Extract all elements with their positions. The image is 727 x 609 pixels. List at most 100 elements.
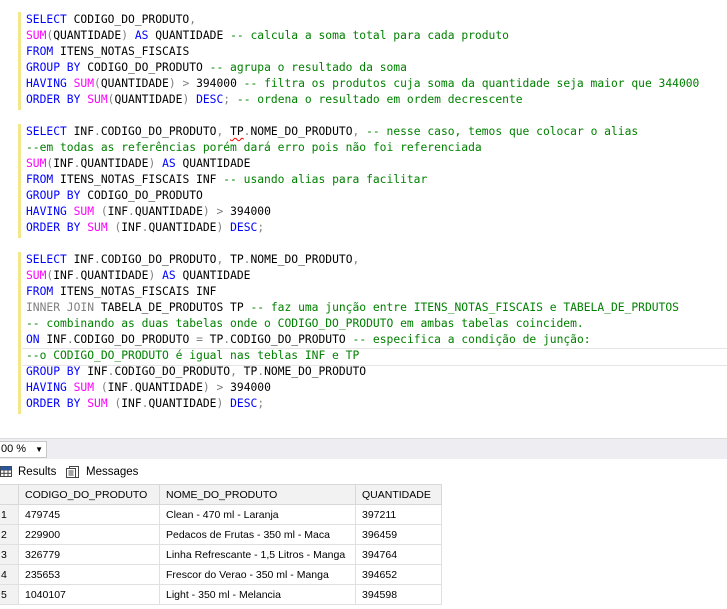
table-cell[interactable]: 394598 [355, 584, 442, 605]
table-row[interactable]: 5 1040107 Light - 350 ml - Melancia 3945… [0, 584, 442, 605]
code-line[interactable]: GROUP BY CODIGO_DO_PRODUTO [26, 188, 203, 204]
table-cell[interactable]: 229900 [18, 524, 160, 545]
code-token: ) [216, 221, 231, 234]
code-token: , [230, 365, 244, 378]
table-cell[interactable]: Clean - 470 ml - Laranja [159, 504, 356, 525]
row-number[interactable]: 2 [0, 524, 19, 545]
code-token: ) [182, 93, 197, 106]
table-cell[interactable]: 326779 [18, 544, 160, 565]
grid-icon [0, 466, 12, 477]
code-line[interactable]: FROM ITENS_NOTAS_FISCAIS [26, 44, 189, 60]
code-token: , [216, 253, 231, 266]
table-cell[interactable]: Linha Refrescante - 1,5 Litros - Manga [159, 544, 356, 565]
code-line[interactable]: -- combinando as duas tabelas onde o COD… [26, 316, 584, 332]
code-token: 394000 [196, 77, 244, 90]
code-token: QUANTIDADE [134, 381, 203, 394]
code-line[interactable]: FROM ITENS_NOTAS_FISCAIS INF [26, 284, 216, 300]
code-comment: -- especifica a condição de junção: [352, 333, 591, 346]
code-token: TP [230, 125, 244, 138]
code-token: SUM [73, 381, 101, 394]
editor-status-strip: 00 % ▼ [0, 438, 727, 459]
code-line[interactable]: SELECT INF.CODIGO_DO_PRODUTO, TP.NOME_DO… [26, 252, 359, 268]
code-token: ORDER BY [26, 93, 88, 106]
table-cell[interactable]: 235653 [18, 564, 160, 585]
query-editor[interactable]: SELECT CODIGO_DO_PRODUTO, SUM(QUANTIDADE)… [0, 0, 727, 438]
row-number[interactable]: 3 [0, 544, 19, 565]
code-token: INF [107, 381, 129, 394]
code-line[interactable]: INNER JOIN TABELA_DE_PRODUTOS TP -- faz … [26, 300, 679, 316]
code-line[interactable]: SUM(QUANTIDADE) AS QUANTIDADE -- calcula… [26, 28, 509, 44]
code-token: GROUP BY [26, 61, 88, 74]
code-token: FROM [26, 285, 61, 298]
code-line[interactable]: --o CODIGO_DO_PRODUTO é igual nas teblas… [26, 348, 359, 364]
code-comment: -- calcula a soma total para cada produt… [230, 29, 509, 42]
column-header[interactable]: QUANTIDADE [355, 484, 442, 505]
code-line[interactable]: HAVING SUM (INF.QUANTIDADE) > 394000 [26, 204, 271, 220]
table-cell[interactable]: 396459 [355, 524, 442, 545]
code-line[interactable]: FROM ITENS_NOTAS_FISCAIS INF -- usando a… [26, 172, 427, 188]
code-token: SUM [87, 93, 108, 106]
code-token: INF [53, 157, 74, 170]
row-number-header[interactable] [0, 484, 19, 505]
table-cell[interactable]: Frescor do Verao - 350 ml - Manga [159, 564, 356, 585]
code-line[interactable]: ORDER BY SUM (INF.QUANTIDADE) DESC; [26, 220, 264, 236]
column-header[interactable]: NOME_DO_PRODUTO [159, 484, 356, 505]
code-line[interactable]: SUM(INF.QUANTIDADE) AS QUANTIDADE [26, 156, 250, 172]
code-token: SUM [73, 205, 101, 218]
code-token: CODIGO_DO_PRODUTO [73, 13, 190, 26]
code-token: SELECT [26, 253, 74, 266]
code-token: SUM [26, 29, 47, 42]
code-line[interactable]: HAVING SUM(QUANTIDADE) > 394000 -- filtr… [26, 76, 699, 92]
code-token: INNER JOIN [26, 301, 101, 314]
code-token: HAVING [26, 77, 74, 90]
code-line[interactable]: GROUP BY INF.CODIGO_DO_PRODUTO, TP.NOME_… [26, 364, 366, 380]
table-cell[interactable]: Pedacos de Frutas - 350 ml - Maca [159, 524, 356, 545]
code-line[interactable]: ORDER BY SUM(QUANTIDADE) DESC; -- ordena… [26, 92, 523, 108]
code-token: CODIGO_DO_PRODUTO [73, 333, 197, 346]
change-marker [18, 12, 21, 110]
results-table[interactable]: CODIGO_DO_PRODUTO NOME_DO_PRODUTO QUANTI… [0, 484, 442, 605]
code-token: ITENS_NOTAS_FISCAIS [60, 45, 190, 58]
tab-messages[interactable]: Messages [66, 462, 146, 482]
code-line[interactable]: ORDER BY SUM (INF.QUANTIDADE) DESC; [26, 396, 264, 412]
row-number[interactable]: 5 [0, 584, 19, 605]
row-number[interactable]: 4 [0, 564, 19, 585]
change-marker [18, 252, 21, 414]
table-cell[interactable]: 479745 [18, 504, 160, 525]
code-token: ITENS_NOTAS_FISCAIS INF [60, 285, 217, 298]
zoom-dropdown[interactable]: 00 % ▼ [0, 441, 47, 458]
table-cell[interactable]: 397211 [355, 504, 442, 525]
tab-results[interactable]: Results [0, 462, 58, 482]
results-grid[interactable]: CODIGO_DO_PRODUTO NOME_DO_PRODUTO QUANTI… [0, 484, 727, 609]
table-cell[interactable]: 394764 [355, 544, 442, 565]
code-token: . [94, 253, 101, 266]
code-line[interactable]: SELECT CODIGO_DO_PRODUTO, [26, 12, 196, 28]
code-token: SELECT [26, 125, 74, 138]
table-row[interactable]: 1 479745 Clean - 470 ml - Laranja 397211 [0, 504, 442, 525]
code-line[interactable]: HAVING SUM (INF.QUANTIDADE) > 394000 [26, 380, 271, 396]
messages-icon [66, 466, 79, 478]
code-token: DESC [196, 93, 224, 106]
table-row[interactable]: 4 235653 Frescor do Verao - 350 ml - Man… [0, 564, 442, 585]
code-line[interactable]: GROUP BY CODIGO_DO_PRODUTO -- agrupa o r… [26, 60, 407, 76]
code-token: QUANTIDADE [155, 29, 231, 42]
code-line[interactable]: SELECT INF.CODIGO_DO_PRODUTO, TP.NOME_DO… [26, 124, 638, 140]
code-line[interactable]: SUM(INF.QUANTIDADE) AS QUANTIDADE [26, 268, 250, 284]
table-row[interactable]: 2 229900 Pedacos de Frutas - 350 ml - Ma… [0, 524, 442, 545]
code-token: QUANTIDADE [148, 397, 217, 410]
code-token: ITENS_NOTAS_FISCAIS INF [60, 173, 224, 186]
code-line[interactable]: ON INF.CODIGO_DO_PRODUTO = TP.CODIGO_DO_… [26, 332, 591, 348]
code-token: CODIGO_DO_PRODUTO [114, 365, 231, 378]
column-header[interactable]: CODIGO_DO_PRODUTO [18, 484, 160, 505]
code-token: AS [162, 269, 183, 282]
table-cell[interactable]: 394652 [355, 564, 442, 585]
code-token: CODIGO_DO_PRODUTO [230, 333, 353, 346]
code-line[interactable]: --em todas as referências porém dará err… [26, 140, 482, 156]
code-token: SUM [87, 397, 115, 410]
code-token: QUANTIDADE [53, 29, 122, 42]
table-cell[interactable]: Light - 350 ml - Melancia [159, 584, 356, 605]
code-token: INF [73, 125, 95, 138]
table-cell[interactable]: 1040107 [18, 584, 160, 605]
table-row[interactable]: 3 326779 Linha Refrescante - 1,5 Litros … [0, 544, 442, 565]
row-number[interactable]: 1 [0, 504, 19, 525]
